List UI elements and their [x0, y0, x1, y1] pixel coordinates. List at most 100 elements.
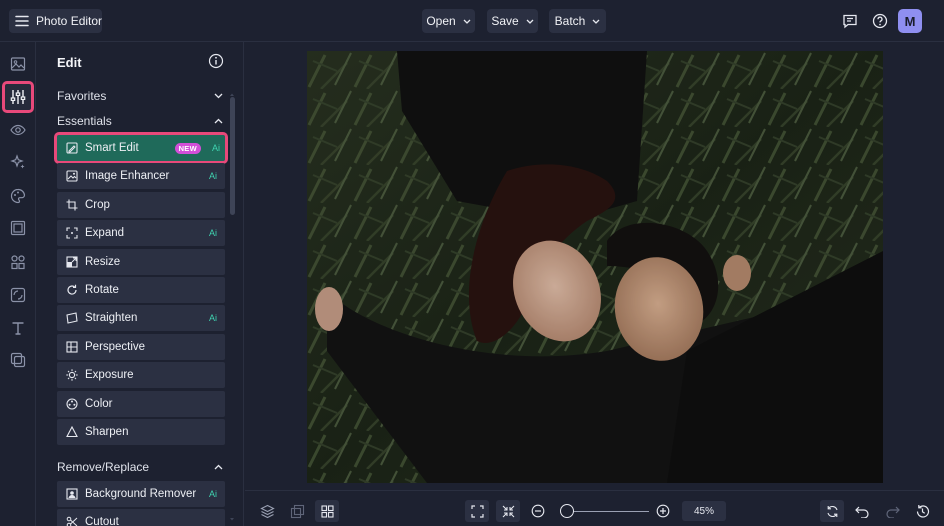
- layers-button[interactable]: [255, 500, 279, 522]
- tool-rotate[interactable]: Rotate: [57, 277, 225, 303]
- tool-label: Smart Edit: [85, 142, 139, 154]
- chevron-up-icon: [214, 464, 223, 470]
- tool-label: Expand: [85, 227, 125, 239]
- rail-frames-button[interactable]: [4, 214, 32, 242]
- rail-graphics-button[interactable]: [4, 248, 32, 276]
- top-bar: Photo Editor Open Save Batch M: [0, 0, 944, 42]
- straighten-icon: [66, 312, 78, 324]
- remove-replace-section-header[interactable]: Remove/Replace: [57, 458, 223, 476]
- tool-smart-edit[interactable]: Smart Edit NEW Ai: [54, 132, 228, 164]
- cutout-icon: [66, 516, 78, 526]
- sticker-icon: [10, 352, 26, 368]
- rail-overlays-button[interactable]: [4, 281, 32, 309]
- essentials-section-header[interactable]: Essentials: [57, 112, 223, 130]
- rail-edit-button[interactable]: [2, 81, 34, 113]
- redo-button[interactable]: [880, 500, 904, 522]
- shapes-icon: [10, 254, 26, 270]
- reset-button[interactable]: [820, 500, 844, 522]
- main-menu-button[interactable]: Photo Editor: [9, 9, 102, 33]
- rail-image-button[interactable]: [4, 50, 32, 78]
- smart-edit-icon: [66, 142, 78, 154]
- compare-button[interactable]: [285, 500, 309, 522]
- favorites-section-header[interactable]: Favorites: [57, 87, 223, 105]
- undo-icon: [854, 505, 870, 518]
- help-button[interactable]: [868, 9, 892, 33]
- resize-icon: [66, 256, 78, 268]
- exposure-icon: [66, 369, 78, 381]
- tool-cutout[interactable]: Cutout: [57, 509, 225, 526]
- refresh-icon: [826, 505, 839, 518]
- tool-resize[interactable]: Resize: [57, 249, 225, 275]
- chevron-down-icon: [592, 19, 600, 24]
- layers-icon: [259, 504, 275, 519]
- zoom-in-button[interactable]: [651, 500, 675, 522]
- image-enhancer-icon: [66, 170, 78, 182]
- actual-size-button[interactable]: [496, 500, 520, 522]
- panel-scrollbar-thumb[interactable]: [230, 97, 235, 215]
- tool-sharpen[interactable]: Sharpen: [57, 419, 225, 445]
- rail-effects-button[interactable]: [4, 116, 32, 144]
- rail-retouch-button[interactable]: [4, 182, 32, 210]
- background-remover-icon: [66, 488, 78, 500]
- info-icon: [208, 53, 224, 69]
- shrink-icon: [502, 505, 515, 518]
- grid-view-button[interactable]: [315, 500, 339, 522]
- compare-icon: [290, 504, 305, 519]
- tool-label: Cutout: [85, 516, 119, 526]
- rail-ai-button[interactable]: [4, 148, 32, 176]
- favorites-label: Favorites: [57, 89, 107, 103]
- fit-screen-button[interactable]: [465, 500, 489, 522]
- tool-color[interactable]: Color: [57, 391, 225, 417]
- undo-button[interactable]: [850, 500, 874, 522]
- tool-perspective[interactable]: Perspective: [57, 334, 225, 360]
- tool-expand[interactable]: Expand Ai: [57, 220, 225, 246]
- tool-background-remover[interactable]: Background Remover Ai: [57, 481, 225, 507]
- tool-label: Background Remover: [85, 488, 197, 500]
- user-avatar[interactable]: M: [898, 9, 922, 33]
- redo-icon: [885, 505, 900, 518]
- rail-text-button[interactable]: [4, 314, 32, 342]
- zoom-percentage[interactable]: 45%: [682, 501, 726, 521]
- batch-menu-button[interactable]: Batch: [549, 9, 606, 33]
- text-icon: [10, 320, 26, 336]
- tool-label: Perspective: [85, 341, 146, 353]
- tool-crop[interactable]: Crop: [57, 192, 225, 218]
- fit-screen-icon: [470, 504, 484, 518]
- zoom-out-icon: [531, 504, 545, 518]
- open-menu-button[interactable]: Open: [422, 9, 475, 33]
- crop-icon: [66, 199, 78, 211]
- panel-info-button[interactable]: [208, 53, 224, 69]
- tool-exposure[interactable]: Exposure: [57, 362, 225, 388]
- ai-badge: Ai: [208, 171, 217, 181]
- zoom-slider-track[interactable]: [563, 511, 649, 512]
- help-icon: [872, 13, 888, 29]
- chevron-down-icon: [214, 93, 223, 99]
- tool-straighten[interactable]: Straighten Ai: [57, 305, 225, 331]
- zoom-in-icon: [656, 504, 670, 518]
- tool-label: Color: [85, 398, 113, 410]
- color-icon: [66, 398, 78, 410]
- save-menu-label: Save: [491, 14, 519, 28]
- bottom-bar: 45%: [245, 490, 944, 526]
- history-button[interactable]: [910, 500, 934, 522]
- tool-image-enhancer[interactable]: Image Enhancer Ai: [57, 163, 225, 189]
- photo-canvas[interactable]: [307, 51, 883, 483]
- remove-replace-label: Remove/Replace: [57, 460, 150, 474]
- sliders-icon: [9, 88, 27, 106]
- ai-badge: Ai: [211, 143, 220, 153]
- tool-label: Image Enhancer: [85, 170, 170, 182]
- zoom-out-button[interactable]: [526, 500, 550, 522]
- chevron-down-icon: [526, 19, 534, 24]
- zoom-slider-thumb[interactable]: [560, 504, 575, 518]
- history-icon: [915, 504, 930, 519]
- palette-icon: [10, 188, 26, 204]
- tool-rail: [0, 42, 36, 526]
- tool-label: Sharpen: [85, 426, 129, 438]
- frame-icon: [10, 220, 26, 236]
- app-title: Photo Editor: [36, 14, 103, 28]
- image-icon: [10, 56, 26, 72]
- save-menu-button[interactable]: Save: [487, 9, 538, 33]
- tool-label: Straighten: [85, 312, 138, 324]
- feedback-button[interactable]: [838, 9, 862, 33]
- rail-stickers-button[interactable]: [4, 346, 32, 374]
